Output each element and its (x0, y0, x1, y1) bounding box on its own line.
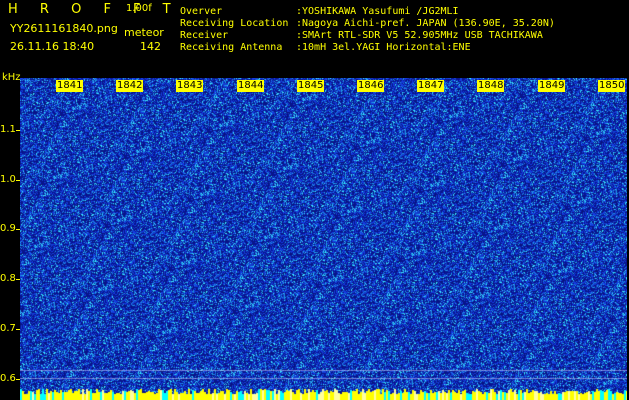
datetime-label: 26.11.16 18:40 (10, 40, 95, 53)
y-tick-mark (16, 279, 20, 280)
time-label: 1844 (237, 80, 265, 92)
info-label: Receiving Location (180, 18, 289, 29)
info-row-receiver: Receiver :SMArt RTL-SDR V5 52.905MHz USB … (180, 30, 543, 41)
y-tick-mark (16, 180, 20, 181)
time-label: 1841 (56, 80, 84, 92)
time-label: 1850 (598, 80, 626, 92)
info-value: :10mH 3el.YAGI Horizontal:ENE (296, 42, 471, 53)
time-label: 1847 (417, 80, 445, 92)
time-label: 1843 (176, 80, 204, 92)
info-value: :SMArt RTL-SDR V5 52.905MHz USB TACHIKAW… (296, 30, 543, 41)
y-tick-label: 1.1 (0, 124, 16, 135)
y-tick-mark (16, 329, 20, 330)
info-value: :Nagoya Aichi-pref. JAPAN (136.90E, 35.2… (296, 18, 555, 29)
y-tick-label: 0.6 (0, 373, 16, 384)
info-row-observer: Overver :YOSHIKAWA Yasufumi /JG2MLI (180, 6, 459, 17)
info-value: :YOSHIKAWA Yasufumi /JG2MLI (296, 6, 459, 17)
title: H R O F F T (8, 2, 180, 17)
version-label: 1.00f (126, 3, 152, 14)
count-label: 142 (140, 40, 161, 53)
info-label: Receiver (180, 30, 229, 41)
y-tick-label: 0.8 (0, 273, 16, 284)
info-row-antenna: Receiving Antenna :10mH 3el.YAGI Horizont… (180, 42, 471, 53)
mode-label: meteor (124, 26, 164, 39)
time-label: 1846 (357, 80, 385, 92)
y-tick-mark (16, 130, 20, 131)
time-label: 1845 (297, 80, 325, 92)
info-label: Receiving Antenna (180, 42, 283, 53)
y-tick-label: 1.0 (0, 174, 16, 185)
filename-label: YY2611161840.png (10, 22, 118, 35)
y-tick-label: 0.9 (0, 223, 16, 234)
time-label: 1849 (538, 80, 566, 92)
y-tick-mark (16, 229, 20, 230)
info-row-location: Receiving Location :Nagoya Aichi-pref. JA… (180, 18, 555, 29)
time-label: 1848 (477, 80, 505, 92)
frequency-unit-label: kHz (2, 72, 21, 83)
y-tick-mark (16, 379, 20, 380)
spectrogram (20, 78, 627, 400)
time-label: 1842 (116, 80, 144, 92)
info-label: Overver (180, 6, 223, 17)
y-tick-label: 0.7 (0, 323, 16, 334)
